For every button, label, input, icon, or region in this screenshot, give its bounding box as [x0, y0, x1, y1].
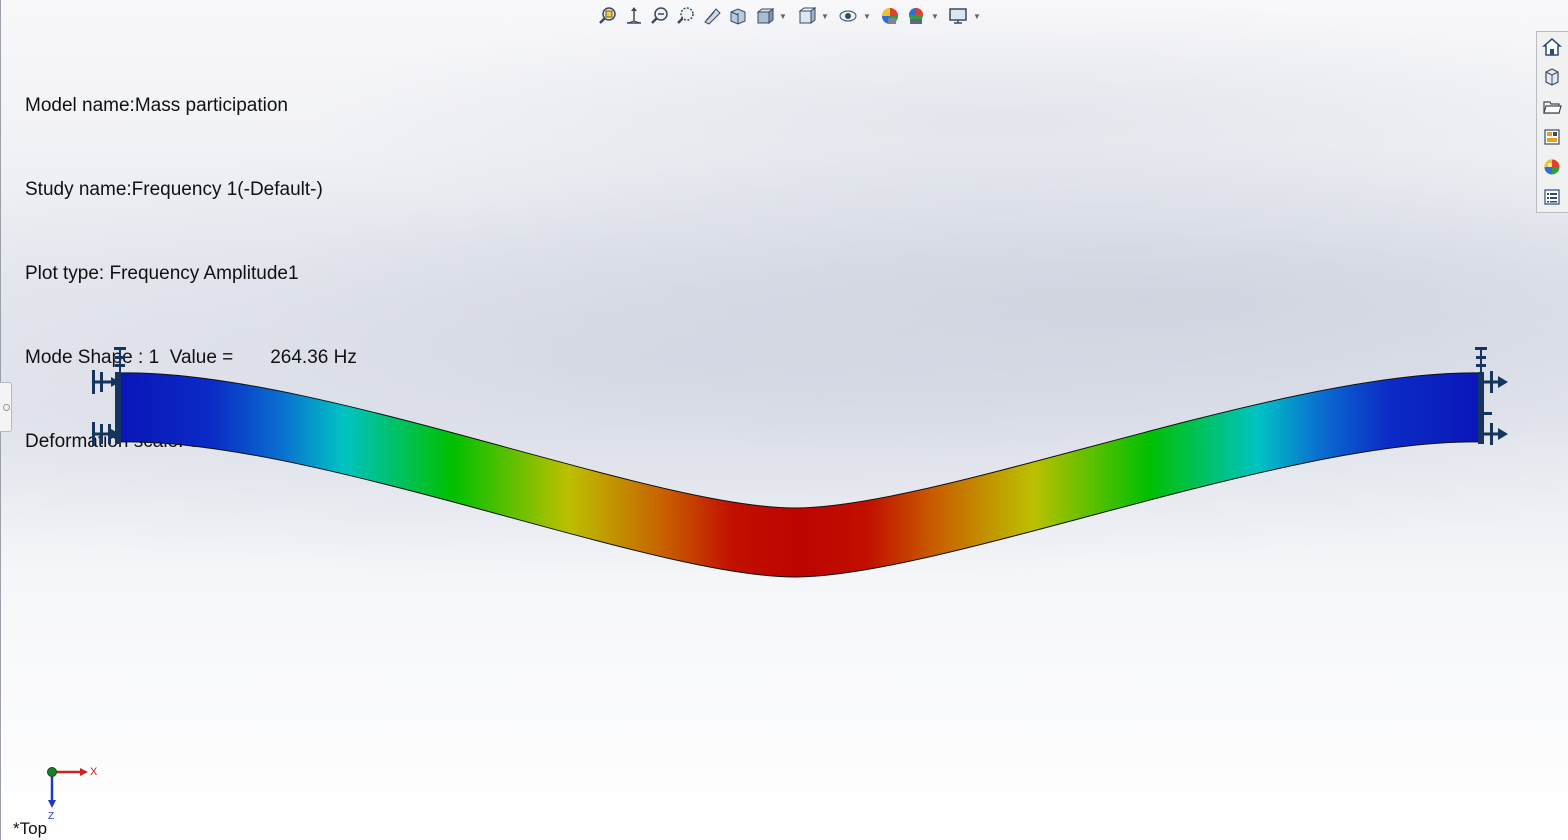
x-axis-label: X [90, 766, 98, 778]
view-orientation-label: *Top [13, 819, 48, 838]
beam-body[interactable] [117, 372, 1484, 578]
y-axis-dot [47, 767, 57, 777]
reference-triad: X Z [47, 766, 98, 820]
right-fixture-icon[interactable] [1475, 347, 1508, 445]
left-fixture-icon[interactable] [92, 347, 126, 446]
z-axis-label: Z [48, 811, 54, 820]
deformed-beam-plot [92, 347, 1508, 578]
